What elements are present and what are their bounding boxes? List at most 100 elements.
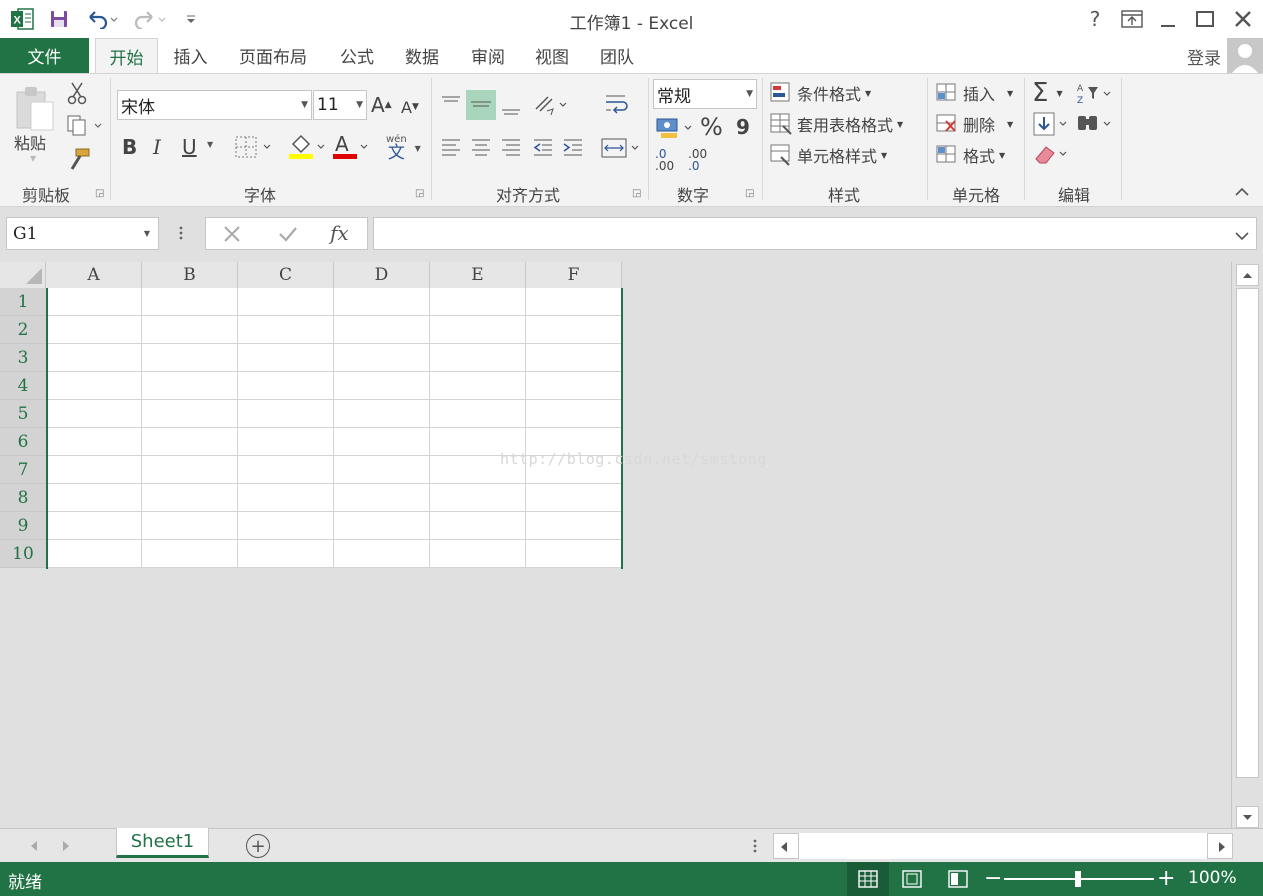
- align-left-icon[interactable]: [439, 134, 465, 162]
- fill-icon[interactable]: [1032, 110, 1072, 138]
- cell-b7[interactable]: [142, 456, 238, 484]
- cell-d9[interactable]: [334, 512, 430, 540]
- scroll-up-icon[interactable]: [1236, 264, 1259, 286]
- alignment-launcher-icon[interactable]: ◲: [632, 188, 642, 199]
- paste-label[interactable]: 粘贴: [14, 130, 46, 154]
- cell-b4[interactable]: [142, 372, 238, 400]
- column-header-b[interactable]: B: [142, 262, 238, 288]
- font-color-button[interactable]: A: [332, 132, 372, 162]
- cell-b10[interactable]: [142, 540, 238, 568]
- column-header-a[interactable]: A: [46, 262, 142, 288]
- paste-dropdown-icon[interactable]: ▼: [30, 154, 36, 163]
- font-size-dropdown-icon[interactable]: ▼: [356, 100, 363, 110]
- find-select-icon[interactable]: [1076, 110, 1116, 138]
- cell-f4[interactable]: [526, 372, 622, 400]
- page-layout-view-icon[interactable]: [901, 870, 923, 892]
- delete-cells-dropdown-icon[interactable]: ▼: [1007, 120, 1013, 129]
- minimize-icon[interactable]: [1153, 6, 1183, 32]
- grow-font-button[interactable]: A ▲: [371, 92, 393, 118]
- cell-d6[interactable]: [334, 428, 430, 456]
- previous-sheet-icon[interactable]: [28, 838, 40, 857]
- underline-button[interactable]: U: [182, 132, 206, 162]
- clipboard-launcher-icon[interactable]: ◲: [95, 188, 105, 199]
- avatar[interactable]: [1227, 38, 1263, 73]
- cell-a8[interactable]: [46, 484, 142, 512]
- cell-a5[interactable]: [46, 400, 142, 428]
- column-header-e[interactable]: E: [430, 262, 526, 288]
- tab-split-icon[interactable]: [750, 837, 760, 861]
- decrease-indent-icon[interactable]: [531, 134, 557, 162]
- cell-e1[interactable]: [430, 288, 526, 316]
- cancel-entry-icon[interactable]: [222, 224, 242, 248]
- format-as-table-dropdown-icon[interactable]: ▼: [897, 120, 903, 129]
- number-launcher-icon[interactable]: ◲: [745, 188, 755, 199]
- font-launcher-icon[interactable]: ◲: [415, 188, 425, 199]
- top-align-icon[interactable]: [439, 90, 465, 118]
- row-header-7[interactable]: 7: [0, 456, 46, 484]
- cell-b2[interactable]: [142, 316, 238, 344]
- cell-a7[interactable]: [46, 456, 142, 484]
- sheet-tab-sheet1[interactable]: Sheet1: [116, 828, 209, 858]
- tab-page-layout[interactable]: 页面布局: [228, 38, 318, 73]
- format-as-table-button[interactable]: 套用表格格式 ▼: [769, 110, 903, 138]
- font-name-select[interactable]: 宋体 ▼: [117, 90, 312, 120]
- sort-filter-icon[interactable]: AZ: [1076, 80, 1116, 108]
- cell-d3[interactable]: [334, 344, 430, 372]
- cell-a10[interactable]: [46, 540, 142, 568]
- align-center-icon[interactable]: [469, 134, 495, 162]
- fill-color-icon[interactable]: [287, 132, 329, 162]
- cell-d2[interactable]: [334, 316, 430, 344]
- conditional-formatting-button[interactable]: 条件格式 ▼: [769, 79, 871, 107]
- cell-f1[interactable]: [526, 288, 622, 316]
- decrease-decimal-button[interactable]: .00 .0: [688, 146, 718, 174]
- cell-a9[interactable]: [46, 512, 142, 540]
- cell-c5[interactable]: [238, 400, 334, 428]
- underline-dropdown-icon[interactable]: ▼: [207, 140, 213, 149]
- cell-f9[interactable]: [526, 512, 622, 540]
- cell-f3[interactable]: [526, 344, 622, 372]
- cell-styles-dropdown-icon[interactable]: ▼: [881, 151, 887, 160]
- cell-b5[interactable]: [142, 400, 238, 428]
- italic-button[interactable]: I: [153, 132, 173, 162]
- phonetic-dropdown-icon[interactable]: ▼: [415, 144, 421, 153]
- cell-c10[interactable]: [238, 540, 334, 568]
- cell-d5[interactable]: [334, 400, 430, 428]
- autosum-dropdown-icon[interactable]: ▼: [1056, 89, 1062, 98]
- orientation-icon[interactable]: [532, 90, 572, 120]
- cell-d8[interactable]: [334, 484, 430, 512]
- collapse-ribbon-icon[interactable]: [1234, 184, 1252, 200]
- row-header-3[interactable]: 3: [0, 344, 46, 372]
- delete-cells-button[interactable]: 删除 ▼: [935, 110, 1013, 138]
- bottom-align-icon[interactable]: [499, 90, 525, 120]
- ribbon-display-options-icon[interactable]: [1117, 6, 1147, 32]
- cell-styles-button[interactable]: 单元格样式 ▼: [769, 141, 887, 169]
- cell-d10[interactable]: [334, 540, 430, 568]
- insert-function-button[interactable]: fx: [330, 221, 349, 245]
- increase-decimal-button[interactable]: .0 .00: [655, 146, 685, 174]
- cell-a1[interactable]: [46, 288, 142, 316]
- cell-f8[interactable]: [526, 484, 622, 512]
- tab-home[interactable]: 开始: [95, 38, 158, 74]
- cell-f10[interactable]: [526, 540, 622, 568]
- zoom-slider-thumb[interactable]: [1075, 871, 1081, 887]
- row-header-4[interactable]: 4: [0, 372, 46, 400]
- tab-file[interactable]: 文件: [0, 38, 89, 73]
- scroll-down-icon[interactable]: [1236, 806, 1259, 828]
- cell-c9[interactable]: [238, 512, 334, 540]
- tab-data[interactable]: 数据: [393, 38, 451, 73]
- format-painter-icon[interactable]: [66, 146, 92, 172]
- cell-f2[interactable]: [526, 316, 622, 344]
- cell-e8[interactable]: [430, 484, 526, 512]
- cut-icon[interactable]: [64, 80, 90, 106]
- cell-a6[interactable]: [46, 428, 142, 456]
- number-format-dropdown-icon[interactable]: ▼: [746, 89, 753, 99]
- select-all-button[interactable]: [0, 262, 46, 288]
- cell-e5[interactable]: [430, 400, 526, 428]
- insert-cells-button[interactable]: 插入 ▼: [935, 79, 1013, 107]
- cell-e2[interactable]: [430, 316, 526, 344]
- cell-c3[interactable]: [238, 344, 334, 372]
- increase-indent-icon[interactable]: [561, 134, 587, 162]
- conditional-formatting-dropdown-icon[interactable]: ▼: [865, 89, 871, 98]
- tab-team[interactable]: 团队: [588, 38, 646, 73]
- cell-a4[interactable]: [46, 372, 142, 400]
